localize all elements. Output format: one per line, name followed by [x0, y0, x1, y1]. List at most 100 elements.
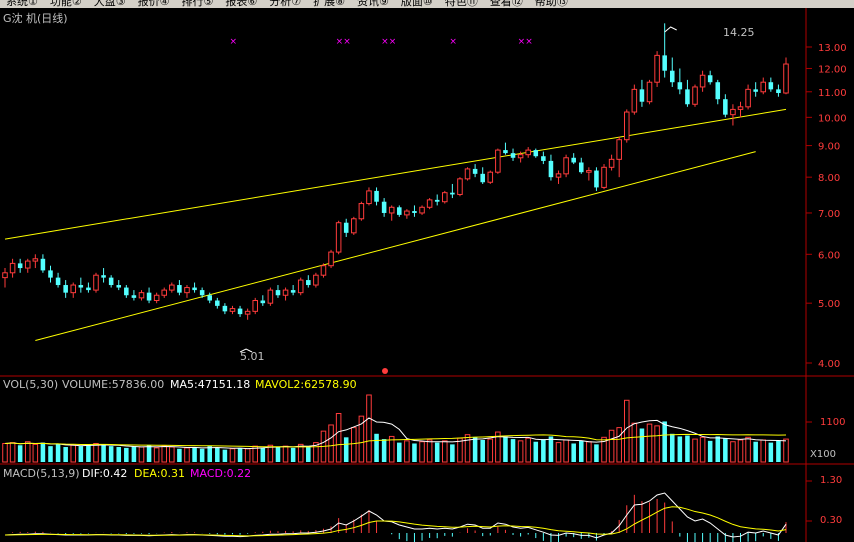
candle-body	[374, 190, 379, 202]
volume-bar	[207, 446, 213, 462]
menu-item-9[interactable]: 版面⑩	[395, 0, 439, 7]
volume-bar	[116, 447, 122, 462]
candle-body	[153, 294, 160, 302]
volume-bar	[343, 437, 349, 462]
volume-bar	[472, 437, 478, 462]
candle-body	[335, 222, 342, 253]
vol-tick-1100: 1100	[820, 417, 845, 428]
macd-dif-line	[4, 492, 787, 539]
volume-bar	[692, 438, 698, 463]
candle-body	[616, 139, 622, 160]
volume-bar	[677, 436, 683, 462]
menu-item-5[interactable]: 报表⑥	[219, 0, 263, 7]
volume-bar	[138, 446, 145, 463]
candle-body	[510, 153, 516, 158]
candle-body	[381, 201, 387, 213]
candle-body	[9, 262, 16, 274]
volume-bar	[503, 436, 508, 462]
menu-item-8[interactable]: 资讯⑨	[351, 0, 395, 7]
low-annotation: 5.01	[240, 350, 265, 363]
volume-bar	[282, 445, 289, 463]
menu-item-0[interactable]: 系统①	[0, 0, 44, 7]
candle-body	[388, 206, 395, 214]
macd-tick-low: 0.30	[820, 515, 842, 526]
event-marker: ×	[518, 37, 526, 47]
candle-body	[222, 305, 228, 312]
candle-body	[737, 106, 744, 110]
candle-body	[608, 158, 615, 168]
menu-item-11[interactable]: 查看⑫	[484, 0, 529, 7]
menu-bar: 系统① 功能② 大盘③ 报价④ 排行⑤ 报表⑥ 分析⑦ 扩展⑧ 资讯⑨ 版面⑩ 特色⑪ 查看⑫ 帮助⑬	[0, 0, 854, 8]
candle-body	[677, 82, 683, 90]
volume-bar	[541, 439, 546, 462]
candle-body	[578, 162, 584, 173]
volume-bar	[131, 446, 137, 462]
macd-panel	[4, 480, 812, 542]
event-marker: ×	[525, 37, 533, 47]
candle-body	[244, 310, 251, 315]
volume-bar	[397, 442, 402, 462]
volume-bar	[381, 439, 387, 462]
candle-body	[101, 275, 106, 278]
menu-item-6[interactable]: 分析⑦	[263, 0, 307, 7]
menu-item-3[interactable]: 报价④	[132, 0, 176, 7]
menu-item-1[interactable]: 功能②	[44, 0, 88, 7]
info-dot	[382, 368, 388, 374]
menu-item-2[interactable]: 大盘③	[88, 0, 132, 7]
candle-body	[32, 258, 39, 262]
volume-bar	[639, 428, 645, 462]
candle-body	[138, 292, 145, 299]
candle-body	[86, 287, 91, 291]
stock-chart[interactable]: 13.00 12.00 11.00 10.00 9.00 8.00 7.00 6.00 5.00…	[0, 8, 854, 542]
candle-body	[586, 170, 592, 173]
menu-item-4[interactable]: 排行⑤	[176, 0, 220, 7]
volume-bar	[723, 438, 728, 462]
volume-bar	[328, 424, 334, 463]
candle-body	[525, 149, 531, 156]
candle-body	[78, 285, 84, 288]
candle-body	[745, 88, 751, 108]
volume-bar	[419, 441, 425, 463]
candle-body	[260, 300, 266, 304]
vol-label: VOL(5,30)	[3, 378, 58, 391]
volume-bar	[571, 443, 576, 462]
volume-bar	[108, 446, 114, 462]
volume-panel	[2, 394, 812, 463]
volume-bar	[623, 399, 630, 463]
candle-body	[290, 290, 296, 293]
menu-item-10[interactable]: 特色⑪	[439, 0, 484, 7]
candle-body	[631, 88, 638, 113]
volume-bar	[442, 440, 448, 463]
candle-body	[730, 108, 736, 116]
volume-bar	[685, 435, 690, 462]
volume-bar	[555, 442, 562, 463]
price-tick-label: 7.00	[818, 209, 840, 220]
menu-item-7[interactable]: 扩展⑧	[307, 0, 351, 7]
candle-body	[450, 192, 455, 195]
volume-bar	[412, 443, 417, 462]
volume-bar	[480, 439, 485, 462]
menu-item-12[interactable]: 帮助⑬	[529, 0, 574, 7]
candle-body	[108, 277, 114, 286]
vol-unit: X100	[810, 449, 836, 460]
volume-bar	[17, 445, 23, 462]
candle-body	[24, 260, 31, 269]
volume-bar	[768, 442, 774, 462]
candle-body	[472, 168, 478, 174]
volume-bar	[669, 433, 675, 462]
candle-body	[601, 166, 607, 188]
event-marker: ×	[389, 37, 397, 47]
volume-bar	[487, 438, 494, 463]
volume-bar	[2, 442, 8, 463]
candle-body	[131, 295, 137, 298]
candle-body	[692, 86, 698, 105]
channel-lower-line	[35, 151, 756, 341]
volume-ma5-line	[4, 417, 787, 450]
price-tick-label: 9.00	[818, 142, 840, 153]
volume-bar	[9, 442, 16, 463]
candle-body	[358, 203, 365, 220]
event-marker: ×	[336, 37, 344, 47]
candle-body	[555, 173, 562, 178]
candle-body	[457, 178, 463, 195]
volume-bar	[434, 442, 440, 462]
